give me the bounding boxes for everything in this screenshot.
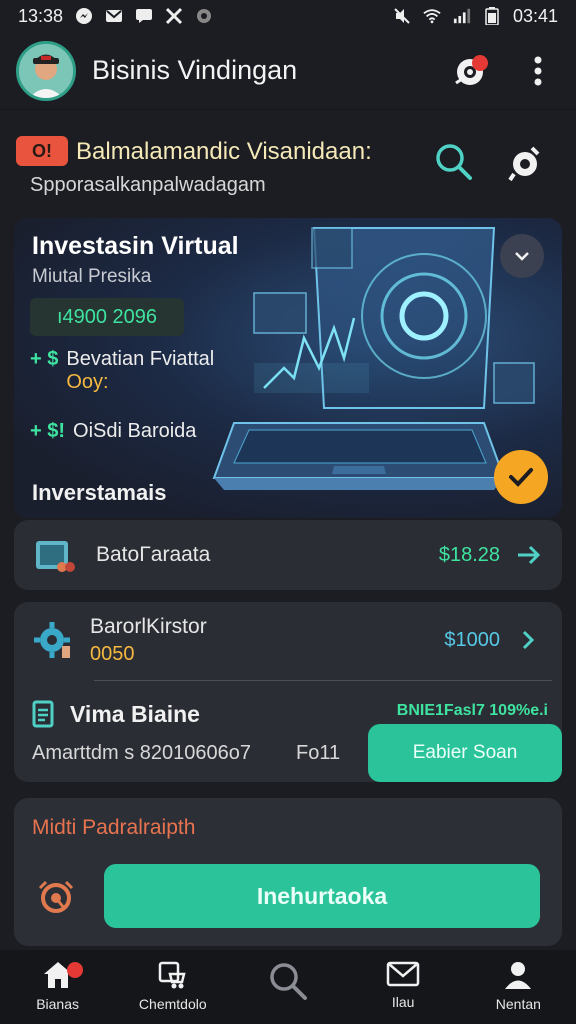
hero-amount: ı4900 2096 xyxy=(30,298,184,336)
bullet-marker: + $! xyxy=(30,420,66,442)
mute-icon xyxy=(393,8,411,24)
nav-item-profile[interactable]: Nentan xyxy=(463,960,573,1012)
settings-dot-icon xyxy=(195,8,213,24)
avatar[interactable] xyxy=(16,40,76,101)
vima-detail-right: Fo11 xyxy=(296,742,341,764)
hero-bullet-1: + $ Bevatian Fviattal Ooy: xyxy=(30,348,214,394)
tools-icon xyxy=(165,7,183,25)
hero-section-label: Inverstamais xyxy=(32,480,167,505)
timer-icon xyxy=(38,880,74,913)
promo-action-button[interactable]: Inehurtaoka xyxy=(104,864,540,928)
mail-icon xyxy=(105,8,123,24)
mail-icon xyxy=(386,961,420,987)
chevron-right-icon xyxy=(522,630,535,650)
nav-item-messages[interactable]: Ilau xyxy=(348,960,458,1010)
wifi-icon xyxy=(423,8,441,24)
item-value: $18.28 xyxy=(438,543,500,566)
alert-chip-label: O! xyxy=(32,140,52,161)
cart-icon xyxy=(158,961,186,989)
item-value: $1000 xyxy=(444,628,500,651)
messenger-icon xyxy=(75,8,93,24)
search-icon xyxy=(436,144,472,180)
nav-label: Nentan xyxy=(495,996,541,1012)
vima-action-label: Eabier Soan xyxy=(412,742,518,763)
search-section: O! Balmalamandic Visanidaan: Spporasalka… xyxy=(16,132,564,202)
connect-button[interactable] xyxy=(504,140,548,184)
wallet-icon xyxy=(36,541,75,572)
promo-card: Midti Padralraipth Inehurtaoka xyxy=(14,798,562,946)
search-title: Balmalamandic Visanidaan: xyxy=(76,138,372,165)
document-icon xyxy=(32,700,54,728)
status-clock: 03:41 xyxy=(512,5,558,26)
nav-item-search[interactable] xyxy=(233,960,343,1008)
details-card: BarorlKirstor 0050 $1000 Vima Biaine BNI… xyxy=(14,602,562,782)
chevron-down-icon xyxy=(515,252,529,261)
divider xyxy=(94,680,552,681)
signal-icon xyxy=(453,8,471,24)
hero-card[interactable]: Investasin Virtual Miutal Presika ı4900 … xyxy=(14,218,562,518)
bottom-nav: Bianas Chemtdolo Ilau Nentan xyxy=(0,950,576,1024)
promo-label: Midti Padralraipth xyxy=(32,816,196,839)
promo-action-label: Inehurtaoka xyxy=(256,882,388,909)
hero-subtitle: Miutal Presika xyxy=(32,266,152,287)
list-item[interactable]: BarorlKirstor 0050 $1000 xyxy=(14,602,562,678)
battery-icon xyxy=(483,7,501,25)
hero-expand-button[interactable] xyxy=(500,234,544,278)
alert-chip[interactable]: O! xyxy=(16,136,68,166)
plug-icon xyxy=(508,146,540,182)
search-button[interactable] xyxy=(432,140,476,184)
hero-confirm-button[interactable] xyxy=(494,450,548,504)
app-title: Bisinis Vindingan xyxy=(92,55,298,85)
hero-bullet-2-text: OiSdi Baroida xyxy=(73,420,197,442)
notification-badge xyxy=(472,54,488,71)
hero-bullet-2: + $! OiSdi Baroida xyxy=(30,420,196,443)
nav-badge xyxy=(66,962,83,978)
app-bar: Bisinis Vindingan xyxy=(0,32,576,110)
arrow-right-icon xyxy=(518,545,541,565)
vima-header: Vima Biaine xyxy=(32,700,200,728)
vima-detail: Amarttdm s 82010606o7 xyxy=(32,742,252,764)
user-icon xyxy=(505,962,532,989)
more-vert-icon xyxy=(534,56,542,85)
nav-item-home[interactable]: Bianas xyxy=(3,960,113,1012)
list-item[interactable]: BatoΓaraata $18.28 xyxy=(14,520,562,590)
nav-label: Chemtdolo xyxy=(138,996,207,1012)
status-time: 13:38 xyxy=(18,5,64,26)
hero-bullet-1-line2: Ooy: xyxy=(66,371,109,393)
gear-icon xyxy=(34,622,70,658)
profile-illustration xyxy=(19,43,73,98)
more-menu-button[interactable] xyxy=(516,49,560,93)
item-label: BatoΓaraata xyxy=(96,543,211,566)
nav-item-cart[interactable]: Chemtdolo xyxy=(118,960,228,1012)
status-bar: 13:38 03:41 xyxy=(0,0,576,32)
nav-label: Ilau xyxy=(391,994,415,1010)
notifications-button[interactable] xyxy=(448,49,492,93)
check-icon xyxy=(509,468,533,487)
item-sublabel: 0050 xyxy=(90,642,135,665)
hero-bullet-1-line1: Bevatian Fviattal xyxy=(66,348,215,370)
vima-action-button[interactable]: Eabier Soan xyxy=(368,724,562,782)
vima-badge: BNIE1Fasl7 109%e.i xyxy=(396,702,548,719)
bullet-marker: + $ xyxy=(30,348,59,370)
search-icon xyxy=(270,963,307,1000)
vima-title: Vima Biaine xyxy=(70,700,200,727)
message-icon xyxy=(135,8,153,24)
item-label: BarorlKirstor xyxy=(90,614,207,638)
search-subtitle: Spporasalkanpalwadagam xyxy=(30,174,266,196)
nav-label: Bianas xyxy=(36,996,79,1012)
hero-title: Investasin Virtual xyxy=(32,232,239,260)
